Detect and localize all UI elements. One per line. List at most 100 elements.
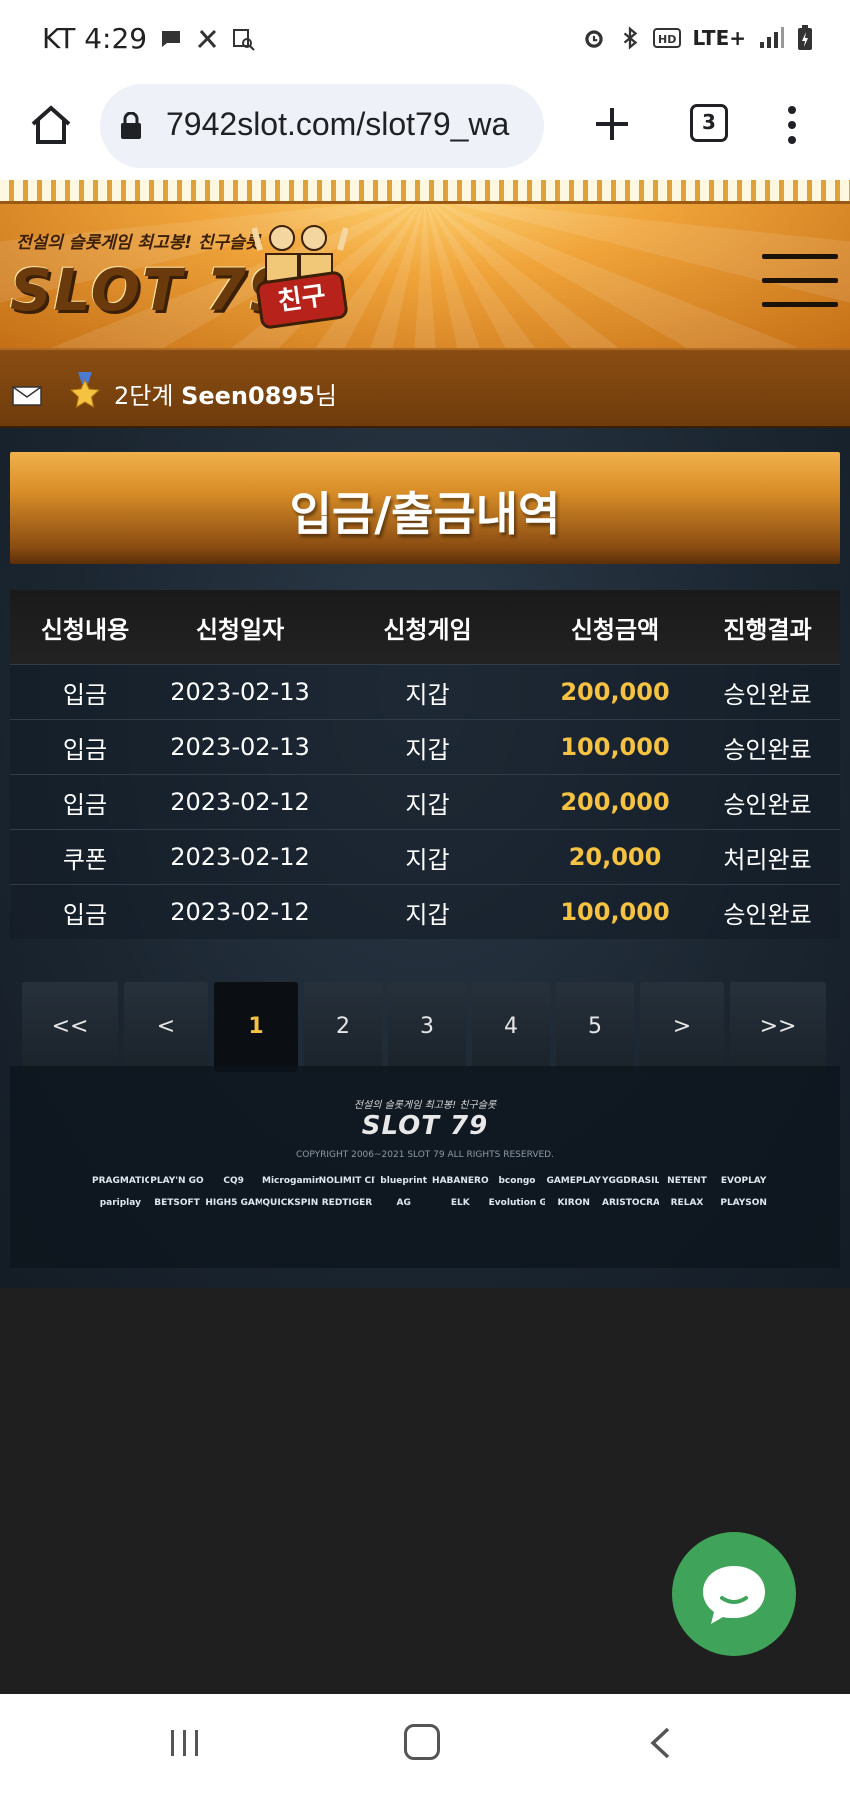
provider-logo: Microgaming bbox=[262, 1176, 319, 1186]
cell-amount: 200,000 bbox=[560, 788, 670, 816]
provider-logo: YGGDRASIL bbox=[602, 1176, 659, 1186]
signal-icon bbox=[760, 27, 784, 48]
provider-logo: HIGH5 GAMES bbox=[205, 1198, 262, 1208]
hamburger-menu-icon[interactable] bbox=[762, 254, 838, 308]
tab-switcher-button[interactable]: 3 bbox=[690, 104, 728, 142]
provider-logo: Evolution Gaming bbox=[488, 1198, 546, 1208]
table-row: 입금 2023-02-12 지갑 100,000 승인완료 bbox=[10, 884, 840, 939]
page-button-3[interactable]: 3 bbox=[388, 982, 466, 1072]
level-star-icon bbox=[69, 372, 101, 408]
user-greeting: 2단계 Seen0895님 bbox=[114, 376, 337, 411]
transaction-table: 신청내용 신청일자 신청게임 신청금액 진행결과 입금 2023-02-13 지… bbox=[10, 590, 840, 939]
status-left: KT 4:29 bbox=[42, 22, 255, 55]
page-button-1[interactable]: 1 bbox=[214, 982, 298, 1072]
provider-logo: BETSOFT bbox=[154, 1198, 200, 1208]
provider-logo: EVOPLAY bbox=[720, 1176, 767, 1186]
cell-status: 처리완료 bbox=[723, 845, 812, 874]
more-menu-icon[interactable] bbox=[774, 104, 810, 146]
carrier-time: KT 4:29 bbox=[42, 22, 148, 55]
user-info-bar: 2단계 Seen0895님 bbox=[0, 348, 850, 428]
col-header-type: 신청내용 bbox=[40, 615, 130, 644]
cell-date: 2023-02-13 bbox=[170, 678, 310, 706]
site-logo[interactable]: 전설의 슬롯게임 최고봉! 친구슬롯 SLOT 79 친구 bbox=[8, 220, 353, 332]
table-row: 입금 2023-02-12 지갑 200,000 승인완료 bbox=[10, 774, 840, 829]
search-image-icon bbox=[233, 28, 255, 51]
status-right: HD LTE+ bbox=[581, 24, 815, 52]
cell-amount: 200,000 bbox=[560, 678, 670, 706]
page-first-button[interactable]: << bbox=[22, 982, 118, 1072]
page-button-4[interactable]: 4 bbox=[472, 982, 550, 1072]
logo-tagline: 전설의 슬롯게임 최고봉! 친구슬롯 bbox=[16, 233, 261, 253]
recent-apps-icon[interactable] bbox=[168, 1728, 202, 1758]
bluetooth-icon bbox=[623, 26, 637, 50]
pagination: << < 1 2 3 4 5 > >> bbox=[22, 982, 830, 1072]
tools-icon bbox=[198, 29, 217, 48]
page-title: 입금/출금내역 bbox=[289, 487, 561, 541]
url-text[interactable]: 7942slot.com/slot79_wa bbox=[166, 106, 532, 143]
footer-logo-wordmark: SLOT 79 bbox=[361, 1111, 489, 1141]
header-scallop-border bbox=[0, 180, 850, 204]
provider-logo: GAMEPLAY bbox=[546, 1176, 601, 1186]
provider-logo: KIRON bbox=[557, 1198, 590, 1208]
chat-button[interactable] bbox=[672, 1532, 796, 1656]
back-icon[interactable] bbox=[648, 1726, 672, 1760]
home-icon[interactable] bbox=[28, 102, 74, 148]
hd-voice-icon: HD bbox=[652, 28, 681, 48]
cell-type: 입금 bbox=[62, 735, 108, 764]
battery-icon bbox=[798, 25, 812, 50]
page-prev-button[interactable]: < bbox=[124, 982, 208, 1072]
message-icon bbox=[162, 30, 181, 47]
provider-logo: AG bbox=[396, 1198, 411, 1208]
provider-logo: HABANERO bbox=[432, 1176, 489, 1186]
user-level: 2단계 bbox=[114, 382, 174, 410]
provider-logo: QUICKSPIN bbox=[262, 1198, 319, 1208]
site-header: 전설의 슬롯게임 최고봉! 친구슬롯 SLOT 79 친구 bbox=[0, 180, 850, 348]
cell-status: 승인완료 bbox=[723, 735, 812, 764]
table-row: 쿠폰 2023-02-12 지갑 20,000 처리완료 bbox=[10, 829, 840, 884]
cell-date: 2023-02-12 bbox=[170, 898, 310, 926]
page-last-button[interactable]: >> bbox=[730, 982, 826, 1072]
table-header-row: 신청내용 신청일자 신청게임 신청금액 진행결과 bbox=[10, 590, 840, 664]
provider-logo: bcongo bbox=[498, 1176, 536, 1186]
provider-logo: NETENT bbox=[667, 1176, 707, 1186]
footer-logo: 전설의 슬롯게임 최고봉! 친구슬롯 SLOT 79 bbox=[10, 1096, 840, 1141]
col-header-status: 진행결과 bbox=[723, 615, 812, 644]
chat-bubble-icon bbox=[703, 1566, 765, 1624]
page-button-5[interactable]: 5 bbox=[556, 982, 634, 1072]
status-bar: KT 4:29 HD LTE+ bbox=[0, 0, 850, 80]
provider-logo: RELAX bbox=[670, 1198, 704, 1208]
lock-icon bbox=[121, 112, 141, 139]
cell-status: 승인완료 bbox=[723, 790, 812, 819]
address-bar[interactable]: 7942slot.com/slot79_wa bbox=[100, 84, 544, 168]
cell-date: 2023-02-12 bbox=[170, 843, 310, 871]
cell-game: 지갑 bbox=[405, 680, 450, 709]
network-type: LTE+ bbox=[692, 26, 747, 50]
col-header-date: 신청일자 bbox=[195, 615, 285, 644]
provider-logo: blueprint bbox=[380, 1176, 428, 1186]
logo-wordmark: SLOT 79 bbox=[10, 256, 291, 324]
provider-logo: NOLIMIT CITY bbox=[318, 1176, 376, 1186]
footer-logo-tagline: 전설의 슬롯게임 최고봉! 친구슬롯 bbox=[353, 1100, 497, 1111]
svg-text:HD: HD bbox=[658, 33, 676, 46]
provider-logo: ELK bbox=[450, 1198, 470, 1208]
new-tab-icon[interactable] bbox=[588, 100, 636, 148]
table-row: 입금 2023-02-13 지갑 100,000 승인완료 bbox=[10, 719, 840, 774]
page-next-button[interactable]: > bbox=[640, 982, 724, 1072]
cell-date: 2023-02-13 bbox=[170, 733, 310, 761]
cell-game: 지갑 bbox=[405, 900, 450, 929]
cell-type: 입금 bbox=[62, 680, 108, 709]
system-nav-bar bbox=[0, 1694, 850, 1794]
user-nickname: Seen0895 bbox=[181, 382, 315, 410]
cell-game: 지갑 bbox=[405, 790, 450, 819]
mail-icon[interactable] bbox=[12, 386, 42, 406]
cell-type: 입금 bbox=[62, 900, 108, 929]
page-button-2[interactable]: 2 bbox=[304, 982, 382, 1072]
cell-status: 승인완료 bbox=[723, 680, 812, 709]
cell-amount: 100,000 bbox=[560, 733, 670, 761]
provider-logo: PLAYSON bbox=[720, 1198, 767, 1208]
nav-home-button[interactable] bbox=[404, 1724, 440, 1760]
provider-logo: PLAY'N GO bbox=[150, 1176, 204, 1186]
footer-copyright: COPYRIGHT 2006~2021 SLOT 79 ALL RIGHTS R… bbox=[296, 1150, 554, 1160]
provider-logo: REDTIGER bbox=[321, 1198, 373, 1208]
cell-date: 2023-02-12 bbox=[170, 788, 310, 816]
